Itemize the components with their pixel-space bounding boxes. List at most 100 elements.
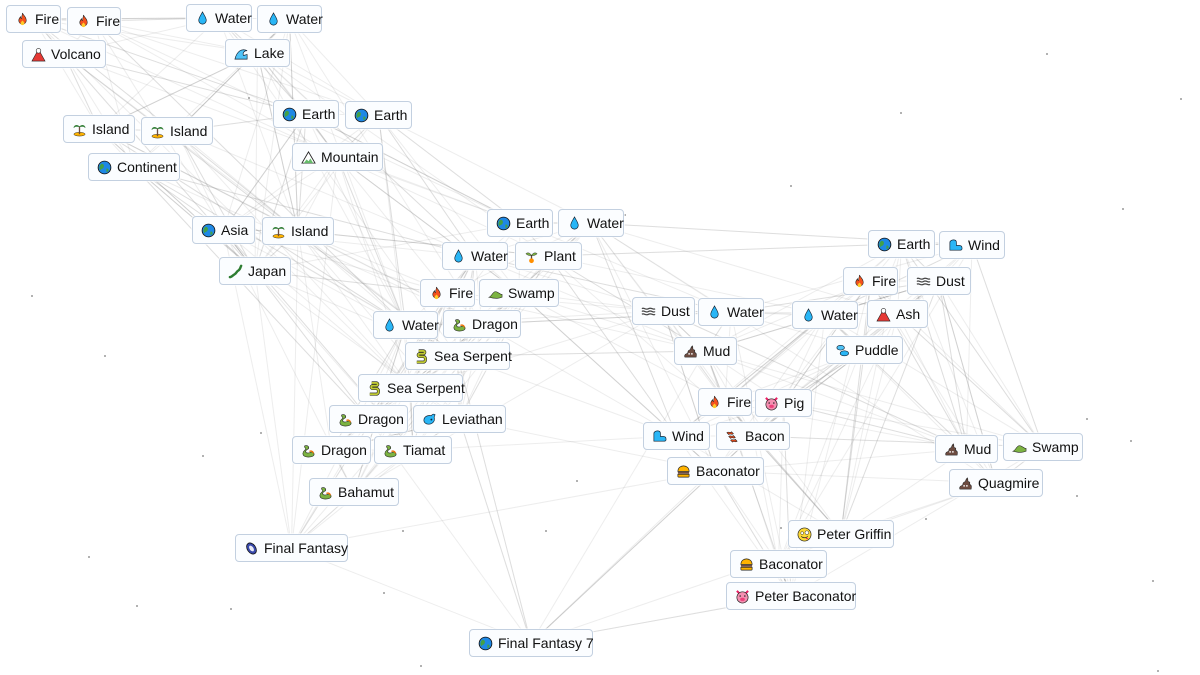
element-tile-fire[interactable]: Fire bbox=[843, 267, 898, 295]
water-drop-icon bbox=[266, 11, 281, 27]
tile-label: Island bbox=[291, 223, 329, 239]
web-edge bbox=[548, 255, 677, 437]
web-edge bbox=[254, 114, 379, 272]
recipe-edge bbox=[254, 270, 292, 549]
element-tile-water[interactable]: Water bbox=[186, 4, 252, 32]
element-tile-earth[interactable]: Earth bbox=[273, 100, 339, 128]
tile-label: Baconator bbox=[696, 463, 760, 479]
element-tile-wind[interactable]: Wind bbox=[939, 231, 1005, 259]
element-tile-peter-griffin[interactable]: Peter Griffin bbox=[788, 520, 894, 548]
element-tile-dragon[interactable]: Dragon bbox=[443, 310, 521, 338]
element-tile-water[interactable]: Water bbox=[698, 298, 764, 326]
element-tile-wind[interactable]: Wind bbox=[643, 422, 710, 450]
element-tile-peter-baconator[interactable]: Peter Baconator bbox=[726, 582, 856, 610]
element-tile-island[interactable]: Island bbox=[262, 217, 334, 245]
particle-dot bbox=[248, 97, 250, 99]
element-tile-lake[interactable]: Lake bbox=[225, 39, 290, 67]
poop-icon bbox=[683, 344, 698, 359]
element-tile-asia[interactable]: Asia bbox=[192, 216, 255, 244]
element-tile-water[interactable]: Water bbox=[442, 242, 508, 270]
particle-dot bbox=[790, 185, 792, 187]
web-edge bbox=[254, 52, 258, 272]
tile-label: Sea Serpent bbox=[434, 348, 512, 364]
element-tile-final-fantasy[interactable]: Final Fantasy bbox=[235, 534, 348, 562]
element-tile-dragon[interactable]: Dragon bbox=[329, 405, 408, 433]
element-tile-pig[interactable]: Pig bbox=[755, 389, 812, 417]
dragon-icon bbox=[318, 485, 333, 500]
tile-label: Earth bbox=[897, 236, 931, 252]
element-tile-earth[interactable]: Earth bbox=[345, 101, 412, 129]
web-edge bbox=[337, 156, 406, 326]
fire-icon bbox=[429, 286, 444, 301]
element-tile-fire[interactable]: Fire bbox=[698, 388, 752, 416]
element-tile-baconator[interactable]: Baconator bbox=[667, 457, 764, 485]
tile-label: Fire bbox=[727, 394, 752, 410]
element-tile-swamp[interactable]: Swamp bbox=[1003, 433, 1083, 461]
element-tile-dust[interactable]: Dust bbox=[632, 297, 695, 325]
element-tile-mountain[interactable]: Mountain bbox=[292, 143, 383, 171]
dragon-icon bbox=[383, 443, 398, 458]
tile-label: Swamp bbox=[1032, 439, 1079, 455]
element-tile-continent[interactable]: Continent bbox=[88, 153, 180, 181]
element-tile-sea-serpent[interactable]: Sea Serpent bbox=[358, 374, 465, 402]
web-edge bbox=[840, 349, 865, 535]
element-tile-fire[interactable]: Fire bbox=[6, 5, 61, 33]
web-edge bbox=[98, 128, 256, 272]
web-edge bbox=[590, 222, 677, 437]
fog-icon bbox=[916, 274, 931, 289]
web-edge bbox=[289, 18, 406, 326]
element-tile-tiamat[interactable]: Tiamat bbox=[374, 436, 452, 464]
web-edge bbox=[530, 350, 706, 644]
tile-label: Bacon bbox=[745, 428, 785, 444]
element-tile-island[interactable]: Island bbox=[63, 115, 135, 143]
element-tile-island[interactable]: Island bbox=[141, 117, 213, 145]
web-edge bbox=[457, 355, 532, 644]
element-tile-water[interactable]: Water bbox=[558, 209, 624, 237]
web-edge bbox=[98, 128, 256, 272]
element-tile-ash[interactable]: Ash bbox=[867, 300, 928, 328]
web-edge bbox=[33, 18, 411, 389]
element-tile-mud[interactable]: Mud bbox=[674, 337, 737, 365]
tile-label: Swamp bbox=[508, 285, 555, 301]
pig-face-icon bbox=[764, 396, 779, 411]
element-tile-quagmire[interactable]: Quagmire bbox=[949, 469, 1043, 497]
web-edge bbox=[481, 323, 677, 437]
particle-dot bbox=[1086, 418, 1088, 420]
element-tile-plant[interactable]: Plant bbox=[515, 242, 582, 270]
particle-dot bbox=[104, 355, 106, 357]
web-edge bbox=[938, 280, 1044, 448]
web-edge bbox=[378, 114, 521, 224]
hamburger-icon bbox=[739, 557, 754, 572]
element-tile-final-fantasy-7[interactable]: Final Fantasy 7 bbox=[469, 629, 594, 657]
element-tile-earth[interactable]: Earth bbox=[487, 209, 553, 237]
element-tile-japan[interactable]: Japan bbox=[219, 257, 291, 285]
element-tile-earth[interactable]: Earth bbox=[868, 230, 935, 258]
element-tile-dust[interactable]: Dust bbox=[907, 267, 971, 295]
element-tile-water[interactable]: Water bbox=[257, 5, 323, 33]
element-tile-dragon[interactable]: Dragon bbox=[292, 436, 371, 464]
element-tile-fire[interactable]: Fire bbox=[420, 279, 475, 307]
element-tile-sea-serpent[interactable]: Sea Serpent bbox=[405, 342, 512, 370]
snake-icon bbox=[367, 380, 382, 396]
element-tile-leviathan[interactable]: Leviathan bbox=[413, 405, 506, 433]
element-tile-baconator[interactable]: Baconator bbox=[730, 550, 827, 578]
web-edge bbox=[257, 52, 299, 232]
element-tile-bacon[interactable]: Bacon bbox=[716, 422, 790, 450]
element-tile-water[interactable]: Water bbox=[373, 311, 439, 339]
web-edge bbox=[378, 114, 592, 224]
element-tile-mud[interactable]: Mud bbox=[935, 435, 998, 463]
crafting-canvas[interactable]: Fire Fire Volcano Water Water Lake Island Islan… bbox=[0, 0, 1200, 675]
element-tile-bahamut[interactable]: Bahamut bbox=[309, 478, 399, 506]
tile-label: Final Fantasy 7 bbox=[498, 635, 594, 651]
web-edge bbox=[133, 166, 406, 326]
dragon-icon bbox=[301, 443, 316, 458]
element-tile-puddle[interactable]: Puddle bbox=[826, 336, 903, 364]
element-tile-fire[interactable]: Fire bbox=[67, 7, 121, 35]
particle-dot bbox=[624, 214, 626, 216]
element-tile-water[interactable]: Water bbox=[792, 301, 858, 329]
element-tile-swamp[interactable]: Swamp bbox=[479, 279, 559, 307]
tile-label: Peter Griffin bbox=[817, 526, 892, 542]
tile-label: Earth bbox=[516, 215, 550, 231]
element-tile-volcano[interactable]: Volcano bbox=[22, 40, 106, 68]
tile-label: Bahamut bbox=[338, 484, 395, 500]
